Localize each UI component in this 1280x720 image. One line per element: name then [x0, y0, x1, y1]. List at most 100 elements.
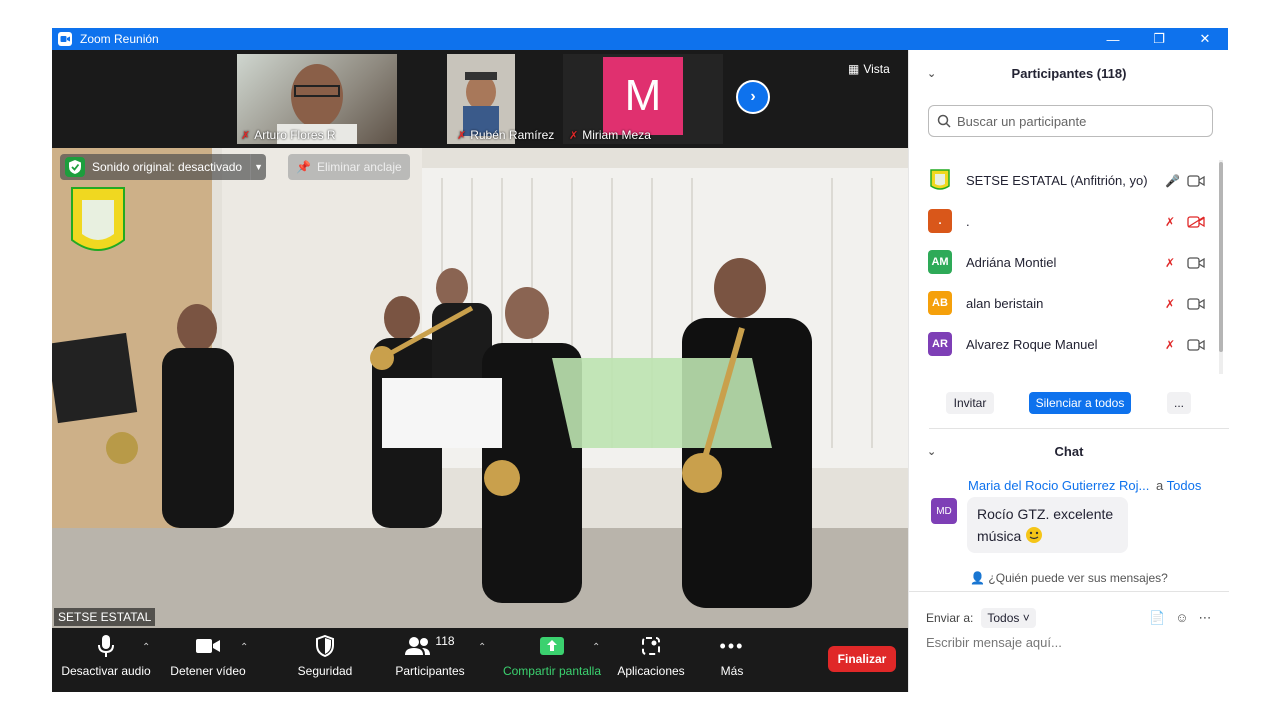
- mute-button[interactable]: Desactivar audio: [61, 628, 151, 692]
- restore-icon[interactable]: ❐: [1136, 28, 1182, 50]
- stop-video-button[interactable]: Detener vídeo: [168, 628, 248, 692]
- next-page-button[interactable]: ›: [736, 80, 770, 114]
- chat-divider: [909, 591, 1229, 592]
- more-button[interactable]: ••• Más: [710, 628, 754, 692]
- message-avatar: MD: [931, 498, 957, 524]
- file-icon[interactable]: 📄: [1149, 610, 1165, 626]
- participants-options-caret-icon[interactable]: ⌃: [478, 642, 486, 653]
- mic-muted-icon[interactable]: ✗: [1165, 297, 1175, 311]
- participants-more-button[interactable]: ...: [1167, 392, 1191, 414]
- mute-all-button[interactable]: Silenciar a todos: [1029, 392, 1131, 414]
- chat-message: Rocío GTZ. excelente música: [967, 497, 1128, 553]
- more-options-icon[interactable]: ⋯: [1198, 610, 1211, 626]
- send-to-row: Enviar a: Todos ˅: [926, 608, 1036, 628]
- chat-message-input[interactable]: Escribir mensaje aquí...: [926, 635, 1062, 650]
- invite-button[interactable]: Invitar: [946, 392, 994, 414]
- participant-row[interactable]: SETSE ESTATAL (Anfitrión, yo) 🎤: [909, 160, 1229, 201]
- chevron-down-icon[interactable]: ⌄: [927, 67, 936, 80]
- message-text: Rocío GTZ. excelente música: [977, 506, 1114, 544]
- original-sound-label: Sonido original: desactivado: [92, 160, 243, 174]
- chevron-down-icon[interactable]: ⌄: [927, 445, 936, 458]
- apps-label: Aplicaciones: [617, 664, 685, 678]
- mic-muted-icon[interactable]: ✗: [1165, 215, 1175, 229]
- video-camera-icon[interactable]: [1187, 297, 1205, 310]
- thumbnail-label: ✗ Arturo Flores R: [241, 128, 336, 142]
- audio-options-caret-icon[interactable]: ⌃: [142, 642, 150, 653]
- zoom-window: Zoom Reunión — ❐ ✕ ✗ Arturo Flores R ✗ R…: [52, 28, 1229, 692]
- grid-icon: ▦: [848, 62, 860, 76]
- participant-name: Alvarez Roque Manuel: [966, 337, 1098, 352]
- chevron-down-icon: ˅: [1022, 611, 1030, 625]
- minimize-icon[interactable]: —: [1090, 28, 1136, 50]
- share-options-caret-icon[interactable]: ⌃: [592, 642, 600, 653]
- thumbnail-name: Arturo Flores R: [254, 128, 336, 142]
- window-title: Zoom Reunión: [80, 32, 159, 46]
- mic-muted-icon[interactable]: ✗: [1165, 256, 1175, 270]
- close-icon[interactable]: ✕: [1182, 28, 1228, 50]
- microphone-icon: [98, 635, 114, 657]
- chat-tools: 📄 ☺ ⋯: [1149, 610, 1211, 626]
- participant-row[interactable]: AM Adriána Montiel ✗: [909, 242, 1229, 283]
- video-camera-icon[interactable]: [1187, 174, 1205, 187]
- participant-row[interactable]: . . ✗: [909, 201, 1229, 242]
- participants-label: Participantes: [395, 664, 465, 678]
- search-placeholder: Buscar un participante: [957, 113, 1087, 129]
- participants-button[interactable]: 118 Participantes: [390, 628, 470, 692]
- participant-search-input[interactable]: Buscar un participante: [928, 105, 1213, 137]
- participant-thumbnail[interactable]: M ✗ Miriam Meza: [563, 54, 723, 144]
- apps-button[interactable]: Aplicaciones: [612, 628, 690, 692]
- end-meeting-button[interactable]: Finalizar: [828, 646, 896, 672]
- participant-name: alan beristain: [966, 296, 1044, 311]
- chat-title: Chat: [1054, 443, 1084, 459]
- view-button[interactable]: ▦ Vista: [848, 62, 890, 76]
- chevron-down-icon[interactable]: ▼: [250, 154, 266, 180]
- unpin-label: Eliminar anclaje: [316, 160, 402, 174]
- participant-avatar: AB: [928, 291, 952, 315]
- video-camera-icon[interactable]: [1187, 256, 1205, 269]
- zoom-logo-icon: [58, 32, 72, 46]
- message-sender[interactable]: Maria del Rocio Gutierrez Roj...: [968, 478, 1149, 493]
- thumbnail-name: Miriam Meza: [582, 128, 651, 142]
- message-recipient-prefix: a: [1156, 478, 1164, 493]
- message-recipient-name: Todos: [1166, 478, 1202, 493]
- mic-muted-icon: ✗: [241, 129, 251, 142]
- emoji-icon[interactable]: ☺: [1175, 610, 1188, 626]
- participant-thumbnail[interactable]: ✗ Rubén Ramírez: [401, 54, 567, 144]
- video-options-caret-icon[interactable]: ⌃: [240, 642, 248, 653]
- security-button[interactable]: Seguridad: [288, 628, 362, 692]
- shield-icon: [316, 635, 334, 657]
- unpin-button[interactable]: 📌 Eliminar anclaje: [288, 154, 410, 180]
- video-camera-icon[interactable]: [1187, 338, 1205, 351]
- mic-muted-icon[interactable]: ✗: [1165, 338, 1175, 352]
- share-screen-button[interactable]: Compartir pantalla: [500, 628, 604, 692]
- video-camera-icon: [196, 639, 220, 653]
- mute-label: Desactivar audio: [61, 664, 151, 678]
- original-sound-toggle[interactable]: Sonido original: desactivado ▼: [60, 154, 267, 180]
- share-screen-icon: [540, 637, 564, 655]
- participant-thumbnail[interactable]: ✗ Arturo Flores R: [237, 54, 397, 144]
- title-bar: Zoom Reunión — ❐ ✕: [52, 28, 1228, 50]
- view-label: Vista: [863, 62, 890, 76]
- participants-header: ⌄ Participantes (118): [909, 50, 1229, 96]
- who-can-see-link[interactable]: 👤 ¿Quién puede ver sus mensajes?: [909, 571, 1229, 585]
- video-off-icon[interactable]: [1187, 215, 1205, 228]
- participants-icon: [405, 637, 431, 655]
- search-icon: [937, 114, 951, 128]
- more-label: Más: [720, 664, 744, 678]
- send-to-select[interactable]: Todos ˅: [981, 608, 1036, 628]
- thumbnail-label: ✗ Rubén Ramírez: [457, 128, 554, 142]
- participant-avatar: .: [928, 209, 952, 233]
- smile-emoji-icon: [1026, 527, 1043, 543]
- participant-name: Adriána Montiel: [966, 255, 1057, 270]
- who-can-see-text: ¿Quién puede ver sus mensajes?: [988, 571, 1168, 585]
- participant-row[interactable]: AR Alvarez Roque Manuel ✗: [909, 324, 1229, 365]
- chat-header: ⌄ Chat: [909, 436, 1229, 466]
- microphone-icon[interactable]: 🎤: [1165, 174, 1180, 188]
- video-label: Detener vídeo: [170, 664, 246, 678]
- participants-scroll-thumb[interactable]: [1219, 162, 1223, 352]
- participant-row[interactable]: AB alan beristain ✗: [909, 283, 1229, 324]
- send-to-value: Todos: [987, 611, 1020, 625]
- shield-icon: [65, 157, 85, 177]
- participant-name: SETSE ESTATAL (Anfitrión, yo): [966, 173, 1148, 188]
- participants-title: Participantes (118): [1011, 65, 1127, 81]
